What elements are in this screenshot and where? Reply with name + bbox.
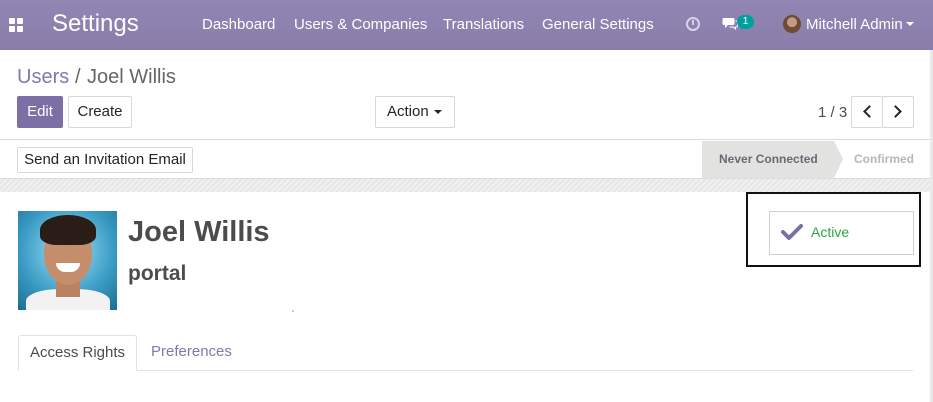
control-panel: Users / Joel Willis Edit Create Action 1… bbox=[0, 50, 933, 140]
chevron-left-icon bbox=[863, 105, 876, 118]
form-statusbar: Send an Invitation Email Never Connected… bbox=[0, 141, 933, 179]
record-name[interactable]: Joel Willis bbox=[128, 214, 270, 250]
action-label: Action bbox=[387, 103, 429, 120]
breadcrumb-users[interactable]: Users bbox=[17, 65, 69, 89]
menu-dashboard[interactable]: Dashboard bbox=[202, 16, 275, 34]
tab-access-rights[interactable]: Access Rights bbox=[18, 335, 137, 371]
top-navbar: Settings Dashboard Users & Companies Tra… bbox=[0, 0, 933, 50]
menu-translations[interactable]: Translations bbox=[443, 16, 524, 34]
clock-icon[interactable] bbox=[686, 17, 700, 31]
apps-grid-icon[interactable] bbox=[9, 18, 23, 32]
status-arrow bbox=[834, 141, 843, 178]
action-dropdown[interactable]: Action bbox=[375, 96, 455, 128]
status-never-connected[interactable]: Never Connected bbox=[702, 141, 834, 178]
action-caret-icon bbox=[434, 110, 442, 114]
user-photo[interactable] bbox=[18, 211, 117, 310]
menu-general-settings[interactable]: General Settings bbox=[542, 16, 654, 34]
record-subtitle: portal bbox=[128, 262, 187, 285]
create-button[interactable]: Create bbox=[68, 96, 132, 128]
send-invitation-button[interactable]: Send an Invitation Email bbox=[17, 147, 193, 173]
tab-preferences[interactable]: Preferences bbox=[151, 335, 232, 371]
status-confirmed[interactable]: Confirmed bbox=[854, 141, 914, 178]
pager-next-button[interactable] bbox=[882, 96, 914, 128]
chat-icon[interactable] bbox=[722, 17, 738, 30]
check-icon bbox=[781, 224, 803, 240]
chat-count-badge: 1 bbox=[737, 15, 754, 29]
chevron-right-icon bbox=[889, 105, 902, 118]
edit-button[interactable]: Edit bbox=[17, 96, 63, 128]
sheet-background bbox=[0, 179, 933, 193]
pager-value[interactable]: 1 / 3 bbox=[818, 104, 847, 122]
divider-dot bbox=[292, 310, 294, 312]
app-title[interactable]: Settings bbox=[52, 9, 139, 39]
user-menu[interactable]: Mitchell Admin bbox=[806, 16, 903, 34]
user-avatar[interactable] bbox=[783, 15, 801, 33]
active-label: Active bbox=[811, 224, 850, 240]
pager-previous-button[interactable] bbox=[851, 96, 883, 128]
menu-users-companies[interactable]: Users & Companies bbox=[294, 16, 427, 34]
breadcrumb-separator: / bbox=[75, 66, 81, 88]
breadcrumb-current: Joel Willis bbox=[87, 66, 176, 88]
user-menu-caret-icon[interactable] bbox=[906, 22, 914, 26]
